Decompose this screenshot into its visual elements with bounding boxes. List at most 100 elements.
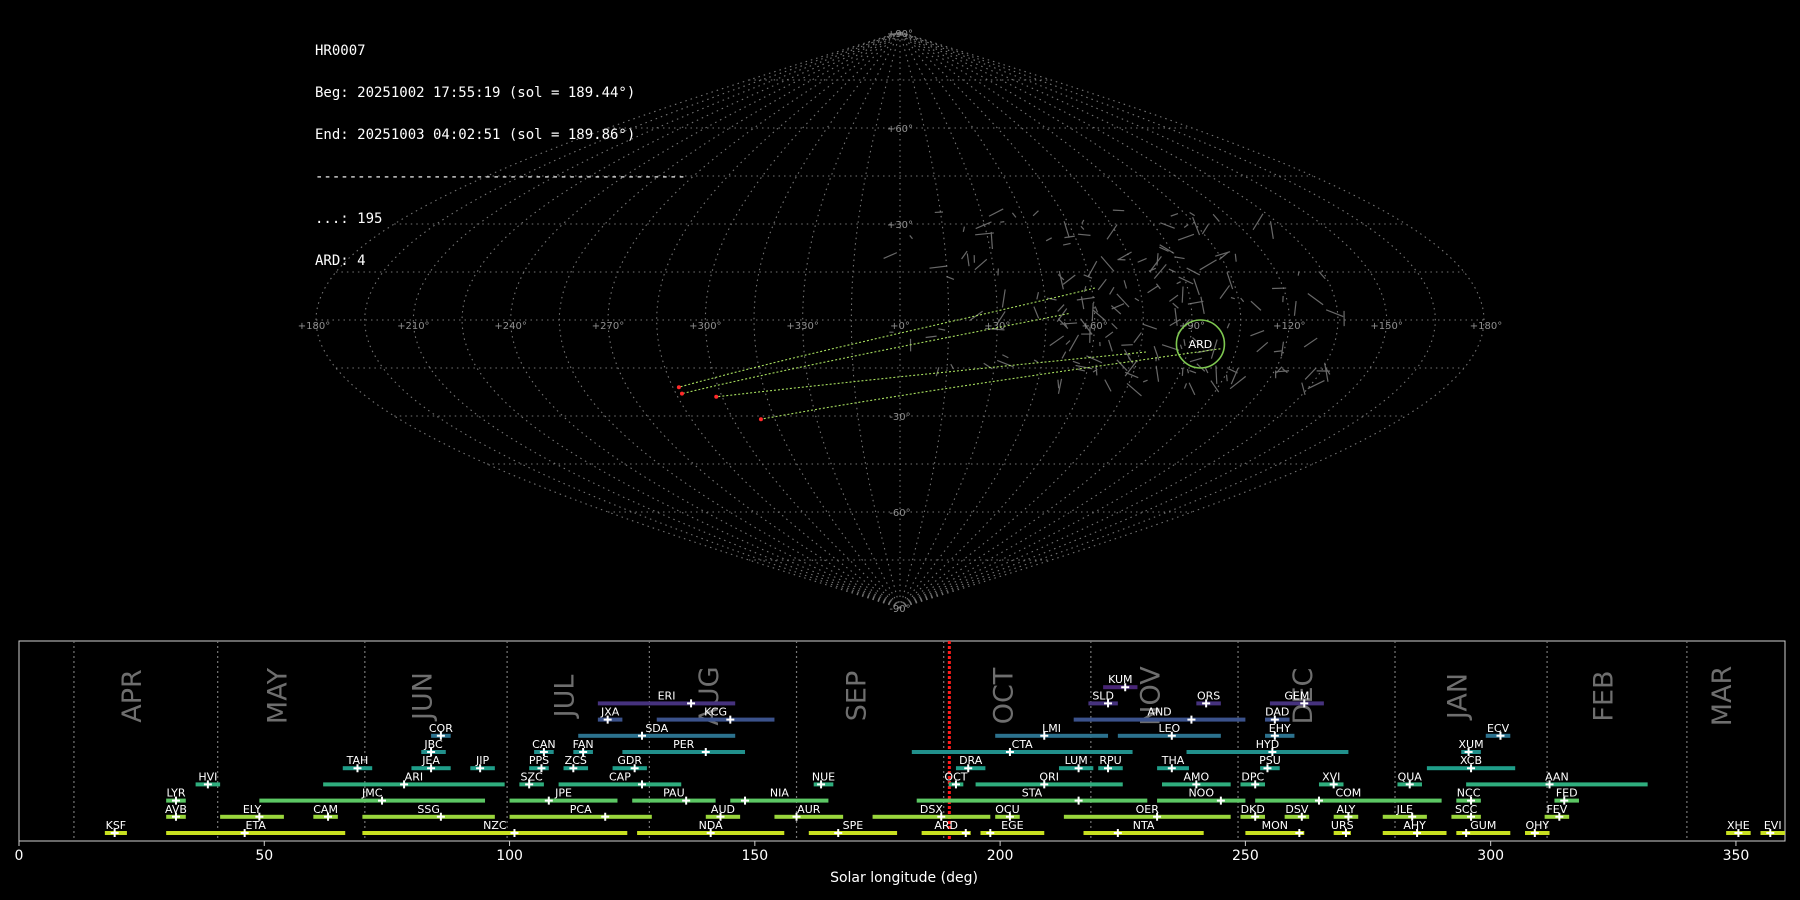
x-tick-label: 350: [1723, 848, 1750, 864]
shower-label: LUM: [1065, 754, 1088, 767]
shower-label: PCA: [570, 803, 592, 816]
shower-label: AMO: [1183, 770, 1209, 783]
shower-label: SSG: [417, 803, 440, 816]
shower-label: OCT: [944, 770, 967, 783]
shower-label: NDA: [699, 819, 724, 832]
shower-label: AND: [1147, 706, 1171, 719]
x-tick-label: 150: [741, 848, 768, 864]
shower-label: GEM: [1284, 689, 1309, 702]
shower-timeline-chart: APR MAY JUN JUL AUG SEP OCT NOV DEC JAN FEB MARKSF E…: [15, 640, 1786, 886]
shower-label: FAN: [573, 738, 594, 751]
shower-label: DKD: [1241, 803, 1265, 816]
shower-label: AUR: [797, 803, 821, 816]
month-label: SEP: [841, 671, 872, 721]
shower-label: FED: [1556, 787, 1578, 800]
shower-label: JEA: [421, 754, 440, 767]
shower-label: SLD: [1092, 689, 1114, 702]
shower-label: TAH: [346, 754, 369, 767]
shower-label: ETA: [246, 819, 267, 832]
shower-label: CAP: [609, 770, 631, 783]
shower-label: ORI: [1039, 770, 1059, 783]
month-label: JUN: [407, 672, 438, 722]
shower-label: KUM: [1108, 673, 1132, 686]
shower-label: NUE: [812, 770, 835, 783]
shower-label: ERI: [658, 689, 676, 702]
shower-label: SCC: [1455, 803, 1478, 816]
month-label: JAN: [1442, 673, 1473, 721]
shower-label: QUA: [1398, 770, 1423, 783]
shower-label: ARI: [405, 770, 423, 783]
shower-label: CAN: [532, 738, 555, 751]
shower-label: THA: [1161, 754, 1185, 767]
shower-label: STA: [1022, 787, 1043, 800]
shower-label: XHE: [1727, 819, 1750, 832]
x-tick-label: 100: [496, 848, 523, 864]
shower-label: JIP: [475, 754, 489, 767]
shower-label: ORS: [1197, 689, 1220, 702]
shower-label: JLE: [1396, 803, 1413, 816]
shower-label: KCG: [704, 706, 727, 719]
shower-label: COR: [429, 722, 453, 735]
shower-label: SPE: [843, 819, 864, 832]
x-tick-label: 50: [255, 848, 273, 864]
shower-label: PER: [673, 738, 695, 751]
shower-label: XCB: [1460, 754, 1482, 767]
shower-label: EGE: [1001, 819, 1023, 832]
shower-label: DSV: [1285, 803, 1308, 816]
shower-label: XVI: [1322, 770, 1340, 783]
shower-label: AVB: [165, 803, 187, 816]
shower-label: LEO: [1158, 722, 1180, 735]
shower-label: EVI: [1764, 819, 1782, 832]
shower-label: LYR: [166, 787, 185, 800]
shower-label: OHY: [1525, 819, 1549, 832]
shower-label: XUM: [1459, 738, 1484, 751]
month-label: MAR: [1707, 666, 1738, 727]
shower-label: EHY: [1269, 722, 1291, 735]
shower-label: ZCS: [565, 754, 587, 767]
shower-label: HYD: [1256, 738, 1279, 751]
shower-label: AUD: [711, 803, 735, 816]
shower-label: ECV: [1487, 722, 1510, 735]
shower-label: RPU: [1099, 754, 1121, 767]
shower-label: CAM: [313, 803, 338, 816]
shower-label: DPC: [1241, 770, 1264, 783]
shower-label: ARD: [934, 819, 958, 832]
shower-label: NTA: [1133, 819, 1155, 832]
shower-label: GDR: [617, 754, 642, 767]
shower-label: PPS: [529, 754, 549, 767]
shower-label: ALY: [1336, 803, 1355, 816]
month-label: OCT: [989, 667, 1020, 724]
shower-label: HVI: [198, 770, 217, 783]
month-label: JUL: [550, 675, 581, 720]
x-tick-label: 250: [1232, 848, 1259, 864]
month-label: FEB: [1588, 670, 1619, 721]
shower-label: MON: [1262, 819, 1288, 832]
shower-label: COM: [1335, 787, 1361, 800]
shower-label: URS: [1331, 819, 1354, 832]
shower-label: PAU: [663, 787, 685, 800]
shower-label: DRA: [959, 754, 983, 767]
x-tick-label: 300: [1477, 848, 1504, 864]
shower-label: OCU: [995, 803, 1019, 816]
shower-label: JBC: [423, 738, 443, 751]
shower-label: AHY: [1403, 819, 1426, 832]
shower-label: OER: [1136, 803, 1160, 816]
shower-label: SDA: [645, 722, 668, 735]
shower-label: ELY: [243, 803, 262, 816]
x-tick-label: 200: [987, 848, 1014, 864]
month-label: APR: [117, 669, 148, 723]
shower-label: CTA: [1012, 738, 1034, 751]
shower-label: LMI: [1042, 722, 1061, 735]
shower-label: DSX: [920, 803, 943, 816]
shower-label: AAN: [1545, 770, 1569, 783]
shower-label: GUM: [1470, 819, 1496, 832]
shower-label: SZC: [521, 770, 544, 783]
shower-label: NCC: [1457, 787, 1481, 800]
month-label: MAY: [263, 667, 294, 724]
x-tick-label: 0: [15, 848, 24, 864]
shower-label: FEV: [1546, 803, 1567, 816]
shower-label: KSF: [106, 819, 127, 832]
shower-label: NOO: [1188, 787, 1214, 800]
shower-label: PSU: [1259, 754, 1281, 767]
x-axis-label: Solar longitude (deg): [830, 870, 978, 886]
